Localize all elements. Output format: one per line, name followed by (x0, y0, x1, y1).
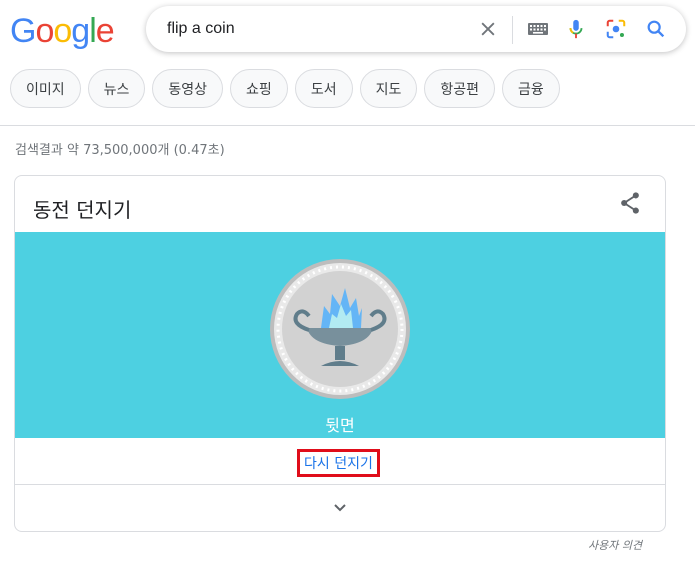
chip-news[interactable]: 뉴스 (87, 69, 146, 108)
close-icon[interactable] (476, 17, 500, 41)
feedback-link[interactable]: 사용자 의견 (588, 537, 642, 553)
search-box[interactable]: flip a coin (146, 6, 686, 52)
chip-videos[interactable]: 동영상 (152, 69, 224, 108)
logo-letter: g (71, 12, 90, 50)
header-divider (0, 125, 695, 126)
chip-images[interactable]: 이미지 (10, 69, 81, 108)
chip-finance[interactable]: 금융 (501, 69, 560, 108)
card-title: 동전 던지기 (33, 198, 132, 222)
card-divider (15, 484, 665, 485)
flip-again-button[interactable]: 다시 던지기 (297, 449, 380, 477)
result-stats: 검색결과 약 73,500,000개 (0.47초) (15, 143, 225, 158)
keyboard-icon[interactable] (526, 17, 550, 41)
coin-stage: 뒷면 (15, 232, 665, 438)
mic-icon[interactable] (564, 17, 588, 41)
search-filter-chips: 이미지 뉴스 동영상 쇼핑 도서 지도 항공편 금융 (10, 69, 560, 108)
logo-letter: o (53, 12, 72, 50)
coin-tails-image[interactable] (269, 258, 411, 400)
logo-letter: G (10, 12, 36, 50)
chevron-down-icon[interactable] (326, 496, 354, 520)
lens-icon[interactable] (604, 17, 628, 41)
logo-letter: e (95, 12, 115, 50)
chip-books[interactable]: 도서 (294, 69, 353, 108)
chip-maps[interactable]: 지도 (359, 69, 418, 108)
logo-letter: o (35, 12, 54, 50)
flip-again-row: 다시 던지기 (15, 438, 665, 484)
chip-flights[interactable]: 항공편 (424, 69, 495, 108)
search-divider (512, 16, 513, 44)
google-logo[interactable]: Google (10, 12, 115, 50)
search-icon[interactable] (644, 17, 668, 41)
share-icon[interactable] (616, 189, 644, 217)
coin-flip-card: 동전 던지기 뒷면 다시 던지기 (14, 175, 666, 532)
chip-shopping[interactable]: 쇼핑 (230, 69, 288, 108)
search-input[interactable]: flip a coin (167, 20, 235, 38)
coin-result-label: 뒷면 (325, 416, 355, 435)
